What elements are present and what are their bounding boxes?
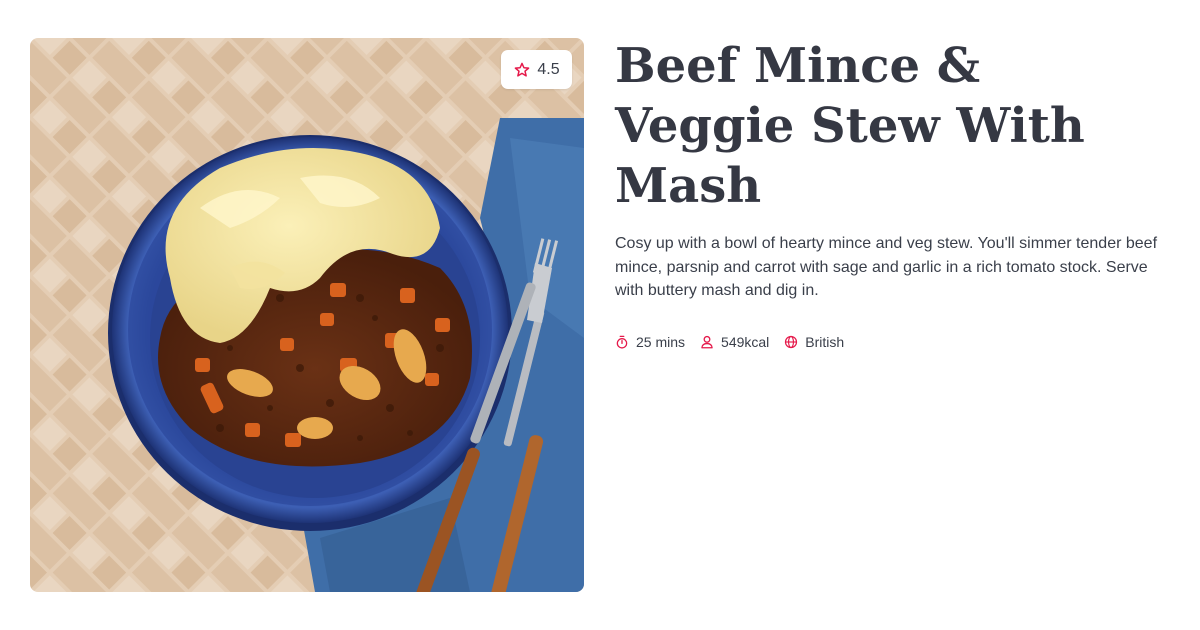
recipe-info: Beef Mince & Veggie Stew With Mash Cosy … [615, 36, 1175, 350]
globe-icon [785, 335, 798, 348]
recipe-title: Beef Mince & Veggie Stew With Mash [615, 38, 1085, 214]
recipe-photo [30, 38, 584, 592]
meta-cuisine-label: British [805, 333, 845, 350]
meta-calories-label: 549kcal [721, 333, 770, 350]
rating-badge: 4.5 [501, 50, 572, 89]
meta-cuisine: British [784, 334, 844, 350]
meta-time: 25 mins [615, 334, 685, 350]
recipe-meta: 25 mins 549kcal British [615, 334, 1175, 350]
person-icon [701, 335, 713, 348]
rating-value: 4.5 [537, 60, 560, 78]
meta-calories: 549kcal [700, 334, 769, 350]
recipe-description: Cosy up with a bowl of hearty mince and … [615, 235, 1158, 299]
meta-time-label: 25 mins [636, 333, 686, 350]
stopwatch-icon [616, 335, 628, 349]
recipe-card: 4.5 Beef Mince & Veggie Stew With Mash C… [0, 0, 1200, 630]
star-outline-icon [515, 62, 530, 77]
